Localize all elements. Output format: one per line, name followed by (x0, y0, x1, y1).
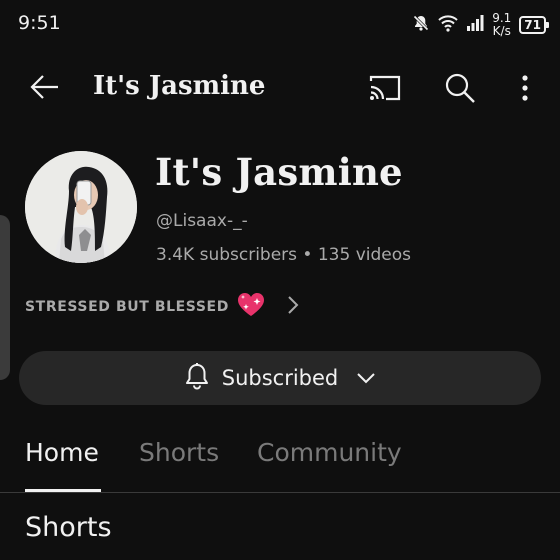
channel-tabs: Home Shorts Community (0, 438, 560, 492)
mute-icon (412, 14, 430, 36)
search-icon (445, 73, 475, 103)
channel-description-text: STRESSED BUT BLESSED (25, 299, 229, 315)
tab-community[interactable]: Community (257, 438, 402, 467)
tabs-divider (0, 492, 560, 493)
more-options-button[interactable] (510, 70, 540, 106)
battery-indicator: 71 (519, 16, 549, 34)
tab-shorts[interactable]: Shorts (139, 438, 219, 467)
chevron-down-icon (356, 369, 376, 388)
tab-home[interactable]: Home (25, 438, 99, 467)
network-speed: 9.1 K/s (492, 12, 511, 38)
cast-button[interactable] (366, 70, 404, 106)
edge-panel-handle[interactable] (0, 215, 10, 380)
cast-icon (369, 75, 401, 101)
appbar-title: It's Jasmine (93, 71, 266, 101)
section-title-shorts: Shorts (25, 512, 112, 543)
channel-stats: 3.4K subscribers • 135 videos (156, 245, 411, 265)
network-speed-unit: K/s (492, 24, 511, 38)
wifi-icon (438, 14, 458, 36)
channel-name: It's Jasmine (155, 150, 403, 194)
signal-icon (466, 14, 484, 36)
bell-icon (184, 362, 210, 394)
search-button[interactable] (440, 68, 480, 108)
sparkling-heart-icon (237, 292, 265, 322)
channel-description-link[interactable]: STRESSED BUT BLESSED (25, 292, 299, 322)
back-arrow-icon (30, 75, 58, 99)
back-button[interactable] (28, 70, 62, 104)
channel-handle: @Lisaax-_- (156, 211, 248, 231)
channel-avatar[interactable] (25, 151, 137, 263)
chevron-right-icon (287, 295, 299, 319)
subscribed-button[interactable]: Subscribed (19, 351, 541, 405)
status-time: 9:51 (18, 12, 61, 34)
subscribed-label: Subscribed (221, 366, 339, 390)
status-icons: 9.1 K/s 71 (412, 10, 549, 40)
more-vertical-icon (522, 75, 528, 101)
